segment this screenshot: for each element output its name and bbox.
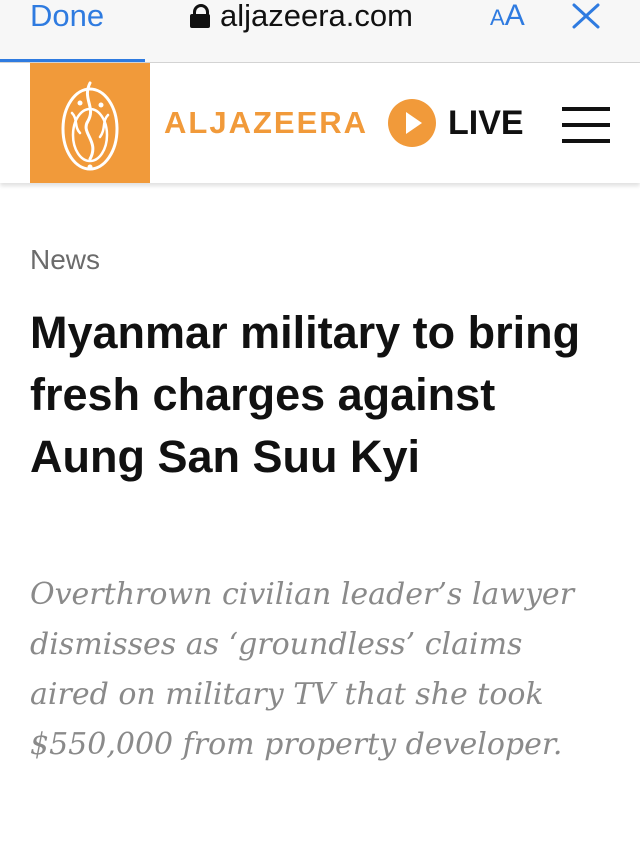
browser-toolbar: Done aljazeera.com A A (0, 0, 640, 63)
menu-icon[interactable] (562, 107, 610, 143)
text-size-small-glyph: A (490, 5, 505, 30)
done-button[interactable]: Done (30, 0, 104, 36)
article-headline: Myanmar military to bring fresh charges … (30, 307, 581, 482)
text-size-button[interactable]: A A (490, 0, 525, 36)
address-domain: aljazeera.com (220, 0, 413, 33)
close-icon[interactable] (571, 2, 601, 30)
play-icon (388, 99, 436, 147)
live-label: LIVE (448, 103, 524, 142)
address-bar[interactable]: aljazeera.com (190, 0, 413, 36)
live-button[interactable]: LIVE (388, 99, 524, 147)
site-header: ALJAZEERA LIVE (0, 63, 640, 183)
aljazeera-wordmark[interactable]: ALJAZEERA (164, 103, 368, 143)
text-size-large-glyph: A (504, 0, 525, 32)
aljazeera-logo-icon[interactable] (30, 63, 150, 183)
article-standfirst: Overthrown civilian leader’s lawyer dism… (30, 577, 575, 762)
lock-icon (190, 4, 210, 28)
article-category[interactable]: News (30, 240, 100, 280)
